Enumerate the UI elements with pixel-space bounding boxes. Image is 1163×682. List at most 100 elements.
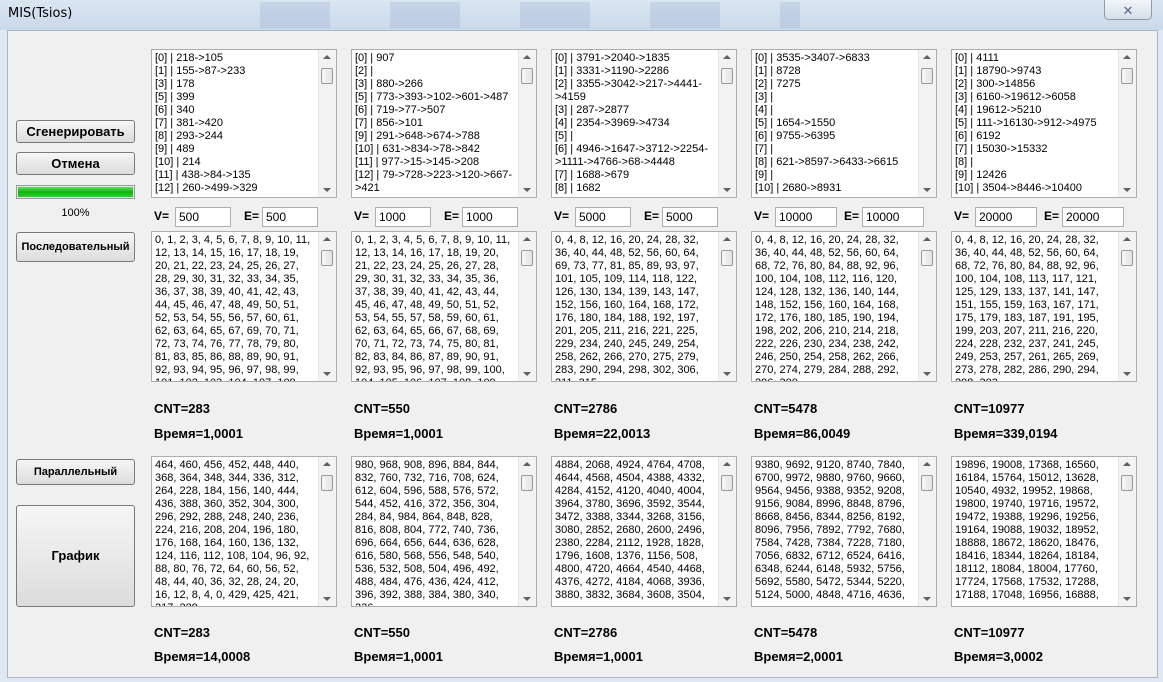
- e-input[interactable]: 5000: [662, 207, 718, 227]
- scroll-thumb[interactable]: [321, 68, 333, 84]
- scroll-up-icon[interactable]: [1123, 55, 1131, 59]
- cancel-button[interactable]: Отмена: [16, 152, 135, 175]
- scroll-down-icon[interactable]: [323, 372, 331, 376]
- scroll-down-icon[interactable]: [323, 597, 331, 601]
- scroll-up-icon[interactable]: [323, 55, 331, 59]
- scrollbar[interactable]: [518, 50, 536, 197]
- scrollbar[interactable]: [518, 232, 536, 381]
- scrollbar[interactable]: [718, 232, 736, 381]
- scroll-up-icon[interactable]: [1123, 237, 1131, 241]
- scrollbar[interactable]: [518, 457, 536, 606]
- parallel-result-textbox[interactable]: 464, 460, 456, 452, 448, 440, 368, 364, …: [151, 456, 337, 607]
- scrollbar[interactable]: [918, 50, 936, 197]
- scrollbar[interactable]: [318, 50, 336, 197]
- e-input[interactable]: 10000: [862, 207, 924, 227]
- scroll-thumb[interactable]: [921, 475, 933, 491]
- parallel-time: Время=14,0008: [154, 649, 251, 664]
- scrollbar[interactable]: [918, 457, 936, 606]
- sequential-result-text: 0, 4, 8, 12, 16, 20, 24, 28, 32, 36, 40,…: [755, 234, 899, 381]
- scroll-thumb[interactable]: [321, 475, 333, 491]
- e-label: E=: [444, 209, 460, 223]
- scroll-thumb[interactable]: [1121, 250, 1133, 266]
- scroll-down-icon[interactable]: [723, 372, 731, 376]
- graph-textbox[interactable]: [0] | 907 [2] | [3] | 880->266 [5] | 773…: [351, 49, 537, 198]
- scroll-down-icon[interactable]: [1123, 188, 1131, 192]
- scroll-up-icon[interactable]: [923, 462, 931, 466]
- parallel-result-textbox[interactable]: 4884, 2068, 4924, 4764, 4708, 4644, 4568…: [551, 456, 737, 607]
- scrollbar[interactable]: [1118, 232, 1136, 381]
- scroll-down-icon[interactable]: [723, 188, 731, 192]
- scrollbar[interactable]: [1118, 457, 1136, 606]
- scroll-up-icon[interactable]: [323, 237, 331, 241]
- v-input[interactable]: 500: [175, 207, 231, 227]
- graph-button[interactable]: График: [16, 505, 135, 607]
- scrollbar[interactable]: [918, 232, 936, 381]
- scroll-up-icon[interactable]: [523, 237, 531, 241]
- parallel-result-textbox[interactable]: 9380, 9692, 9120, 8740, 7840, 6700, 9972…: [751, 456, 937, 607]
- v-input[interactable]: 10000: [775, 207, 837, 227]
- scroll-down-icon[interactable]: [523, 188, 531, 192]
- v-input[interactable]: 1000: [375, 207, 431, 227]
- scrollbar[interactable]: [318, 232, 336, 381]
- scroll-down-icon[interactable]: [523, 597, 531, 601]
- scrollbar[interactable]: [318, 457, 336, 606]
- scroll-thumb[interactable]: [521, 475, 533, 491]
- progress-percent: 100%: [61, 207, 90, 219]
- scroll-down-icon[interactable]: [723, 597, 731, 601]
- sequential-result-textbox[interactable]: 0, 1, 2, 3, 4, 5, 6, 7, 8, 9, 10, 11, 12…: [351, 231, 537, 382]
- scroll-thumb[interactable]: [1121, 475, 1133, 491]
- scroll-down-icon[interactable]: [1123, 372, 1131, 376]
- e-input[interactable]: 1000: [462, 207, 518, 227]
- scroll-thumb[interactable]: [721, 68, 733, 84]
- parallel-result-textbox[interactable]: 980, 968, 908, 896, 884, 844, 832, 760, …: [351, 456, 537, 607]
- scroll-up-icon[interactable]: [523, 55, 531, 59]
- sequential-result-textbox[interactable]: 0, 4, 8, 12, 16, 20, 24, 28, 32, 36, 40,…: [551, 231, 737, 382]
- scroll-up-icon[interactable]: [923, 237, 931, 241]
- scroll-thumb[interactable]: [921, 250, 933, 266]
- scroll-thumb[interactable]: [521, 250, 533, 266]
- graph-textbox[interactable]: [0] | 3535->3407->6833 [1] | 8728 [2] | …: [751, 49, 937, 198]
- graph-textbox[interactable]: [0] | 3791->2040->1835 [1] | 3331->1190-…: [551, 49, 737, 198]
- e-input[interactable]: 500: [262, 207, 318, 227]
- scroll-up-icon[interactable]: [1123, 462, 1131, 466]
- scrollbar[interactable]: [718, 50, 736, 197]
- graph-textbox[interactable]: [0] | 218->105 [1] | 155->87->233 [3] | …: [151, 49, 337, 198]
- scroll-down-icon[interactable]: [1123, 597, 1131, 601]
- scroll-down-icon[interactable]: [523, 372, 531, 376]
- parallel-result-text: 4884, 2068, 4924, 4764, 4708, 4644, 4568…: [555, 459, 708, 601]
- v-label: V=: [554, 209, 570, 223]
- scroll-up-icon[interactable]: [723, 55, 731, 59]
- scroll-thumb[interactable]: [921, 68, 933, 84]
- scroll-down-icon[interactable]: [923, 188, 931, 192]
- scroll-up-icon[interactable]: [323, 462, 331, 466]
- v-label: V=: [354, 209, 370, 223]
- scroll-up-icon[interactable]: [723, 462, 731, 466]
- generate-button[interactable]: Сгенерировать: [16, 120, 135, 143]
- scroll-thumb[interactable]: [1121, 68, 1133, 84]
- scroll-down-icon[interactable]: [923, 597, 931, 601]
- scroll-thumb[interactable]: [721, 250, 733, 266]
- sequential-result-textbox[interactable]: 0, 1, 2, 3, 4, 5, 6, 7, 8, 9, 10, 11, 12…: [151, 231, 337, 382]
- parallel-result-textbox[interactable]: 19896, 19008, 17368, 16560, 16184, 15764…: [951, 456, 1137, 607]
- scroll-thumb[interactable]: [721, 475, 733, 491]
- scroll-up-icon[interactable]: [523, 462, 531, 466]
- v-input[interactable]: 20000: [975, 207, 1037, 227]
- sequential-cnt: CNT=283: [154, 401, 210, 416]
- scroll-down-icon[interactable]: [323, 188, 331, 192]
- scroll-thumb[interactable]: [321, 250, 333, 266]
- sequential-result-textbox[interactable]: 0, 4, 8, 12, 16, 20, 24, 28, 32, 36, 40,…: [751, 231, 937, 382]
- scroll-up-icon[interactable]: [923, 55, 931, 59]
- scrollbar[interactable]: [1118, 50, 1136, 197]
- parallel-button[interactable]: Параллельный: [16, 459, 135, 485]
- scroll-up-icon[interactable]: [723, 237, 731, 241]
- scroll-down-icon[interactable]: [923, 372, 931, 376]
- scroll-thumb[interactable]: [521, 68, 533, 84]
- sequential-result-textbox[interactable]: 0, 4, 8, 12, 16, 20, 24, 28, 32, 36, 40,…: [951, 231, 1137, 382]
- scrollbar[interactable]: [718, 457, 736, 606]
- sequential-button[interactable]: Последовательный: [16, 232, 135, 262]
- parallel-time: Время=1,0001: [554, 649, 643, 664]
- close-button[interactable]: ✕: [1104, 0, 1152, 20]
- graph-textbox[interactable]: [0] | 4111 [1] | 18790->9743 [2] | 300->…: [951, 49, 1137, 198]
- v-input[interactable]: 5000: [575, 207, 631, 227]
- e-input[interactable]: 20000: [1062, 207, 1124, 227]
